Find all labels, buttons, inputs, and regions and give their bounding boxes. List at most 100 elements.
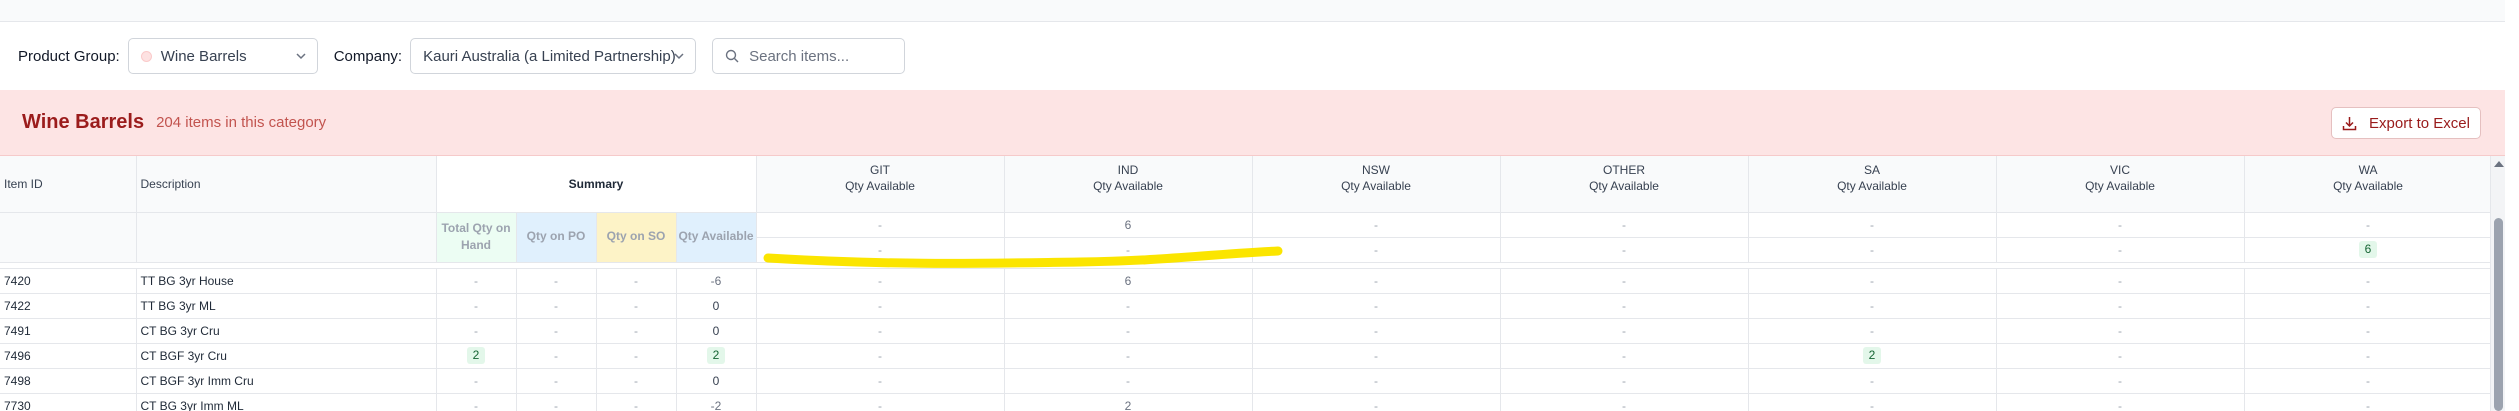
- region-qty-cell: -: [2244, 393, 2490, 411]
- table-row[interactable]: 7498 CT BGF 3yr Imm Cru - - - 0 - - - - - - -: [0, 368, 2490, 394]
- totals-cell: -: [1004, 237, 1253, 263]
- col-region-other[interactable]: OTHER Qty Available: [1500, 156, 1749, 213]
- table-row[interactable]: 7491 CT BG 3yr Cru - - - 0 - - - - - - -: [0, 318, 2490, 344]
- chevron-down-icon: [674, 53, 684, 60]
- col-description[interactable]: Description: [136, 156, 437, 213]
- table-row[interactable]: 7420 TT BG 3yr House - - - -6-6- - - - -: [0, 268, 2490, 294]
- summary-po-cell: -: [516, 393, 597, 411]
- region-qty-cell: -: [1748, 368, 1997, 394]
- totals-value: -: [2366, 217, 2371, 232]
- totals-cell: -: [1748, 212, 1997, 238]
- region-qty-cell: -: [1500, 268, 1749, 294]
- totals-cell: 6: [2244, 237, 2490, 263]
- product-group-value: Wine Barrels: [160, 47, 247, 65]
- col-region-nsw[interactable]: NSW Qty Available: [1252, 156, 1501, 213]
- region-qty-cell: -: [1996, 343, 2245, 369]
- region-value: -: [2366, 273, 2371, 288]
- item-count: 204 items in this category: [156, 114, 327, 131]
- table-row[interactable]: 7496 CT BGF 3yr Cru 2 - - 2 - - - - 2 - -: [0, 343, 2490, 369]
- region-name: VIC: [2110, 163, 2131, 177]
- search-box[interactable]: [712, 38, 906, 74]
- region-qty-cell: -: [1252, 393, 1501, 411]
- region-qty-cell: -: [2244, 343, 2490, 369]
- region-qty-cell: -: [1004, 368, 1253, 394]
- export-excel-button[interactable]: Export to Excel: [2331, 107, 2481, 139]
- totals-cell: -: [1252, 212, 1501, 238]
- region-value: -: [2118, 398, 2123, 411]
- region-value: -: [1374, 273, 1379, 288]
- summary-value: -: [634, 348, 638, 363]
- summary-po-cell: -: [516, 293, 597, 319]
- region-value: -: [1870, 398, 1875, 411]
- description-cell: TT BG 3yr ML: [136, 293, 437, 319]
- category-title: Wine Barrels: [22, 111, 145, 133]
- table-row[interactable]: 7422 TT BG 3yr ML - - - 0 - - - - - - -: [0, 293, 2490, 319]
- summary-value: -: [554, 298, 558, 313]
- summary-tq-cell: -: [436, 368, 517, 394]
- region-name: OTHER: [1603, 163, 1646, 177]
- col-region-wa[interactable]: WA Qty Available: [2244, 156, 2490, 213]
- region-value: -: [2118, 373, 2123, 388]
- col-region-ind[interactable]: IND Qty Available: [1004, 156, 1253, 213]
- summary-qty-available-header[interactable]: Qty Available: [676, 212, 757, 263]
- company-select[interactable]: Kauri Australia (a Limited Partnership): [410, 38, 697, 74]
- col-region-sa[interactable]: SA Qty Available: [1748, 156, 1997, 213]
- outer-margin: [2505, 0, 2519, 411]
- totals-cell: -: [1996, 212, 2245, 238]
- summary-so-cell: -: [596, 293, 677, 319]
- region-qty-cell: -: [1252, 343, 1501, 369]
- table-row[interactable]: 7730 CT BG 3yr Imm ML - - - -2-2- - - - -: [0, 393, 2490, 411]
- region-value: -: [2366, 348, 2371, 363]
- region-qty-cell: -: [1748, 293, 1997, 319]
- col-region-git[interactable]: GIT Qty Available: [756, 156, 1005, 213]
- summary-qa-cell: 2: [676, 343, 757, 369]
- region-value: -: [878, 273, 883, 288]
- region-sub: Qty Available: [2333, 179, 2403, 193]
- search-input[interactable]: [749, 47, 890, 65]
- col-item-id[interactable]: Item ID: [0, 156, 137, 213]
- totals-value: -: [1870, 242, 1875, 257]
- summary-qty-po-header[interactable]: Qty on PO: [516, 212, 597, 263]
- inventory-app: Product Group: Wine Barrels Company: Kau…: [0, 0, 2519, 411]
- scroll-up-icon[interactable]: [2494, 161, 2504, 167]
- region-value: -: [1126, 373, 1131, 388]
- summary-value: -: [474, 373, 478, 388]
- company-value: Kauri Australia (a Limited Partnership): [423, 47, 676, 65]
- scrollbar-thumb[interactable]: [2494, 218, 2503, 411]
- item-id-cell: 7498: [0, 368, 137, 394]
- totals-cell: -: [756, 237, 1005, 263]
- summary-qty-so-header[interactable]: Qty on SO: [596, 212, 677, 263]
- blank-cell: [136, 212, 437, 263]
- region-qty-cell: -: [756, 343, 1005, 369]
- summary-total-qty-header[interactable]: Total Qty on Hand: [436, 212, 517, 263]
- region-sub: Qty Available: [1093, 179, 1163, 193]
- totals-cell: 6: [1004, 212, 1253, 238]
- summary-value: -: [634, 398, 638, 411]
- region-name: IND: [1117, 163, 1139, 177]
- summary-so-cell: -: [596, 393, 677, 411]
- summary-qa-cell: 0: [676, 318, 757, 344]
- totals-cell: -: [1252, 237, 1501, 263]
- product-group-select[interactable]: Wine Barrels: [127, 38, 318, 74]
- region-qty-cell: -: [1500, 318, 1749, 344]
- region-value: -: [1374, 373, 1379, 388]
- vertical-scrollbar[interactable]: [2490, 156, 2505, 411]
- totals-value: -: [1374, 242, 1379, 257]
- summary-po-cell: -: [516, 343, 597, 369]
- summary-po-cell: -: [516, 268, 597, 294]
- totals-value: -: [2118, 217, 2123, 232]
- totals-value: -: [1870, 217, 1875, 232]
- summary-tq-cell: -: [436, 318, 517, 344]
- item-id-cell: 7422: [0, 293, 137, 319]
- export-label: Export to Excel: [2369, 114, 2470, 132]
- region-name: GIT: [870, 163, 891, 177]
- summary-value: -6: [710, 273, 722, 288]
- col-region-vic[interactable]: VIC Qty Available: [1996, 156, 2245, 213]
- region-qty-cell: -: [1252, 268, 1501, 294]
- region-qty-cell: -: [2244, 268, 2490, 294]
- totals-value: -: [878, 242, 883, 257]
- summary-tq-cell: -: [436, 293, 517, 319]
- totals-value: -: [1126, 242, 1131, 257]
- summary-value: -: [474, 273, 478, 288]
- region-value: -: [1622, 273, 1627, 288]
